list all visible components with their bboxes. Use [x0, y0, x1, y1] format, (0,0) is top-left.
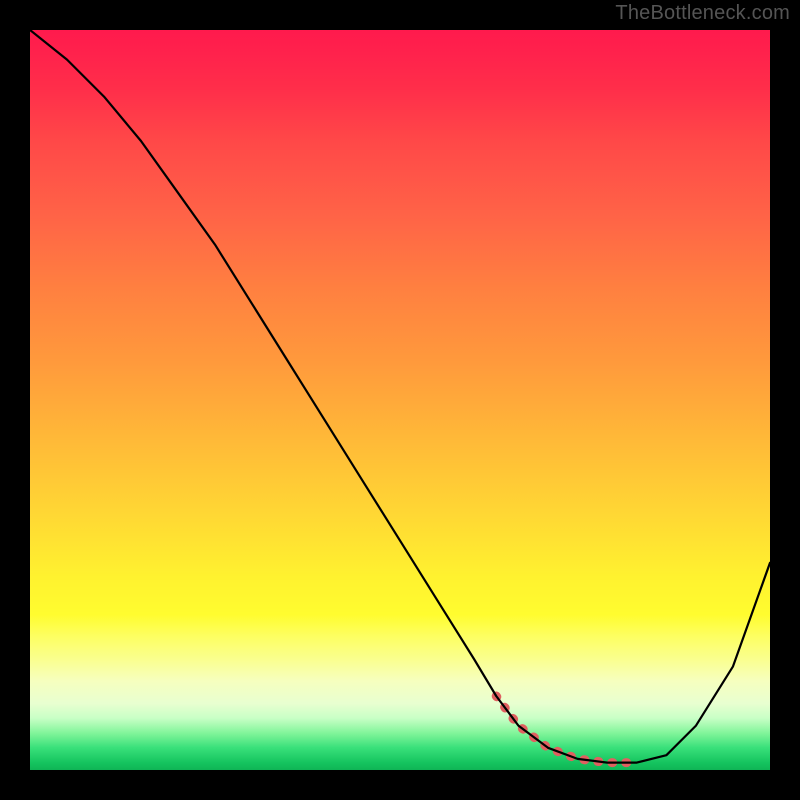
chart-container: TheBottleneck.com: [0, 0, 800, 800]
curve-svg: [30, 30, 770, 770]
plot-area: [30, 30, 770, 770]
bottleneck-curve: [30, 30, 770, 763]
trough-marker: [496, 696, 637, 763]
watermark-text: TheBottleneck.com: [615, 2, 790, 25]
